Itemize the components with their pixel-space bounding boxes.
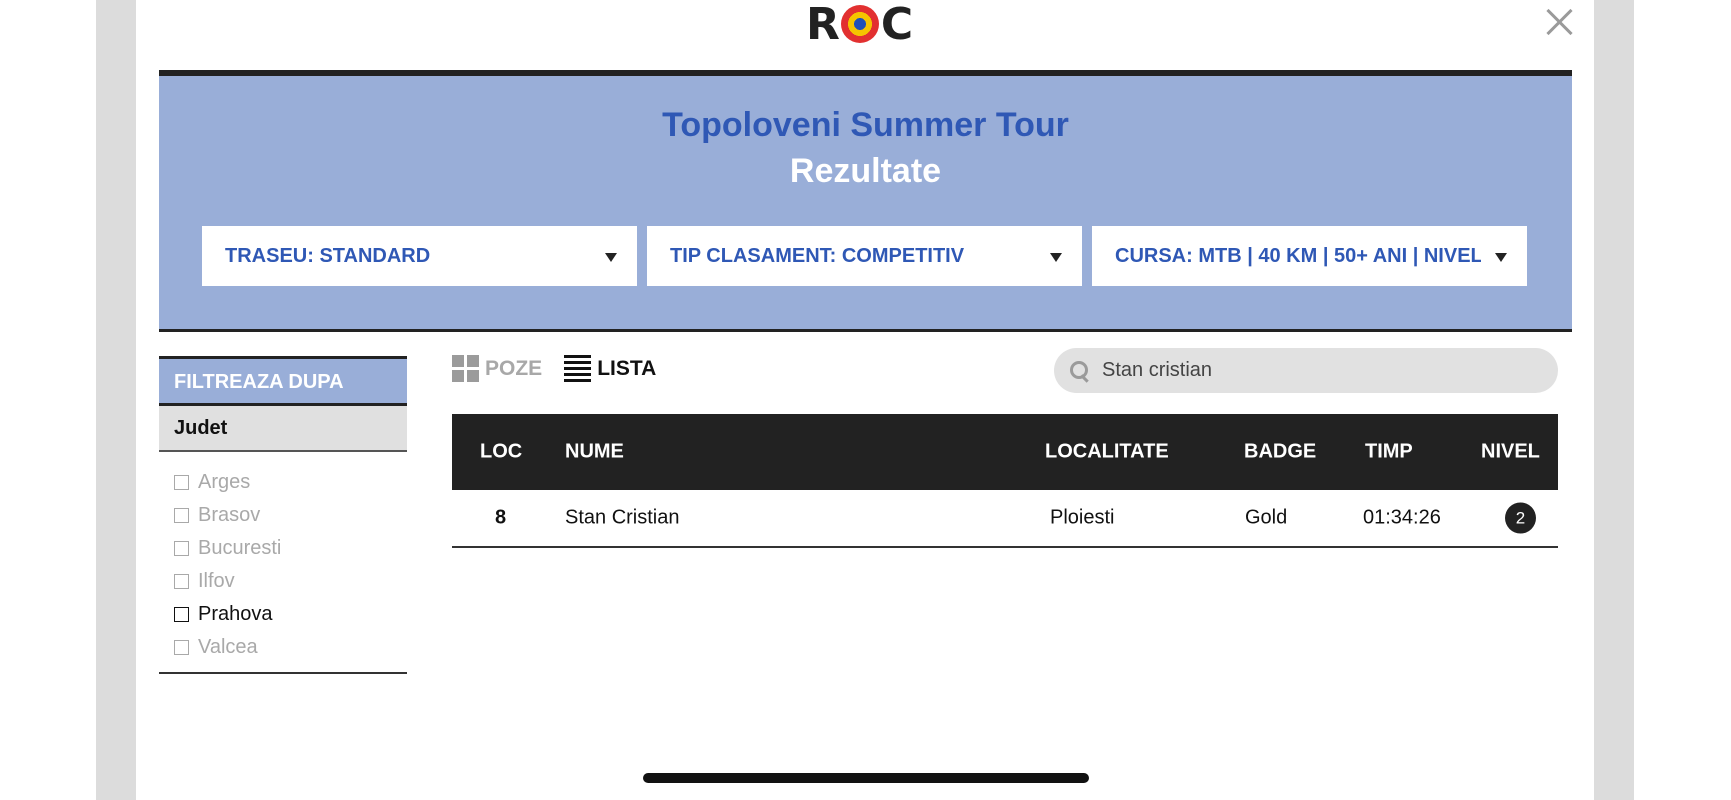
- nivel-badge: 2: [1505, 502, 1536, 534]
- cursa-dropdown-label: CURSA: MTB | 40 KM | 50+ ANI | NIVEL: [1115, 244, 1481, 267]
- left-gutter: [96, 0, 136, 800]
- event-header: Topoloveni Summer Tour Rezultate TRASEU:…: [159, 70, 1572, 332]
- col-localitate[interactable]: LOCALITATE: [1045, 441, 1169, 464]
- checkbox-icon: [174, 607, 189, 622]
- table-header: LOC NUME LOCALITATE BADGE TIMP NIVEL: [452, 414, 1558, 490]
- right-gutter: [1594, 0, 1634, 800]
- checkbox-icon: [174, 541, 189, 556]
- filter-sidebar: FILTREAZA DUPA Judet Arges Brasov Bucure…: [159, 356, 407, 674]
- filter-heading: FILTREAZA DUPA: [159, 356, 407, 403]
- table-row[interactable]: 8 Stan Cristian Ploiesti Gold 01:34:26 2: [452, 490, 1558, 548]
- cell-timp: 01:34:26: [1363, 506, 1441, 529]
- filter-option-arges[interactable]: Arges: [174, 466, 392, 499]
- filter-option-label: Prahova: [198, 603, 273, 625]
- filter-option-valcea[interactable]: Valcea: [174, 631, 392, 664]
- clasament-dropdown-label: TIP CLASAMENT: COMPETITIV: [670, 244, 965, 267]
- filter-group-judet[interactable]: Judet: [159, 403, 407, 452]
- col-timp[interactable]: TIMP: [1365, 441, 1413, 464]
- col-badge[interactable]: BADGE: [1244, 441, 1316, 464]
- checkbox-icon: [174, 574, 189, 589]
- filter-option-label: Bucuresti: [198, 537, 282, 559]
- roc-logo: R C: [806, 0, 913, 50]
- event-title: Topoloveni Summer Tour: [662, 106, 1069, 144]
- logo-letter-r: R: [806, 0, 840, 50]
- view-poze-button[interactable]: POZE: [452, 355, 542, 382]
- search-box: [1054, 348, 1558, 393]
- view-toggle: POZE LISTA: [452, 355, 678, 382]
- home-indicator: [643, 773, 1089, 783]
- chevron-down-icon: [1050, 253, 1062, 262]
- chevron-down-icon: [1495, 253, 1507, 262]
- filter-option-label: Valcea: [198, 636, 258, 658]
- search-input[interactable]: [1100, 358, 1534, 383]
- list-icon: [564, 355, 592, 382]
- view-lista-button[interactable]: LISTA: [564, 355, 656, 382]
- checkbox-icon: [174, 508, 189, 523]
- logo-letter-c: C: [880, 0, 913, 50]
- filter-option-ilfov[interactable]: Ilfov: [174, 565, 392, 598]
- filter-option-prahova[interactable]: Prahova: [174, 598, 392, 631]
- view-poze-label: POZE: [485, 356, 543, 380]
- cursa-dropdown[interactable]: CURSA: MTB | 40 KM | 50+ ANI | NIVEL: [1092, 226, 1527, 286]
- close-icon[interactable]: [1542, 4, 1576, 38]
- results-table: LOC NUME LOCALITATE BADGE TIMP NIVEL 8 S…: [452, 414, 1558, 548]
- grid-icon: [452, 355, 479, 382]
- filter-option-label: Ilfov: [198, 570, 235, 592]
- traseu-dropdown-label: TRASEU: STANDARD: [225, 244, 431, 267]
- filter-option-label: Arges: [198, 471, 251, 493]
- page-title: Rezultate: [789, 152, 942, 190]
- logo-target-icon: [840, 5, 879, 43]
- chevron-down-icon: [605, 253, 617, 262]
- col-nume[interactable]: NUME: [565, 441, 624, 464]
- filter-option-label: Brasov: [198, 504, 261, 526]
- filter-option-bucuresti[interactable]: Bucuresti: [174, 532, 392, 565]
- filter-option-brasov[interactable]: Brasov: [174, 499, 392, 532]
- col-nivel[interactable]: NIVEL: [1481, 441, 1540, 464]
- search-icon: [1068, 359, 1092, 383]
- col-loc[interactable]: LOC: [480, 441, 522, 464]
- cell-loc: 8: [495, 506, 507, 529]
- cell-nume[interactable]: Stan Cristian: [565, 507, 680, 530]
- filter-options: Arges Brasov Bucuresti Ilfov Prahova Val…: [159, 452, 407, 674]
- cell-badge: Gold: [1245, 506, 1288, 529]
- cell-localitate: Ploiesti: [1050, 506, 1115, 529]
- clasament-dropdown[interactable]: TIP CLASAMENT: COMPETITIV: [647, 226, 1082, 286]
- view-lista-label: LISTA: [597, 356, 657, 380]
- traseu-dropdown[interactable]: TRASEU: STANDARD: [202, 226, 637, 286]
- checkbox-icon: [174, 640, 189, 655]
- checkbox-icon: [174, 475, 189, 490]
